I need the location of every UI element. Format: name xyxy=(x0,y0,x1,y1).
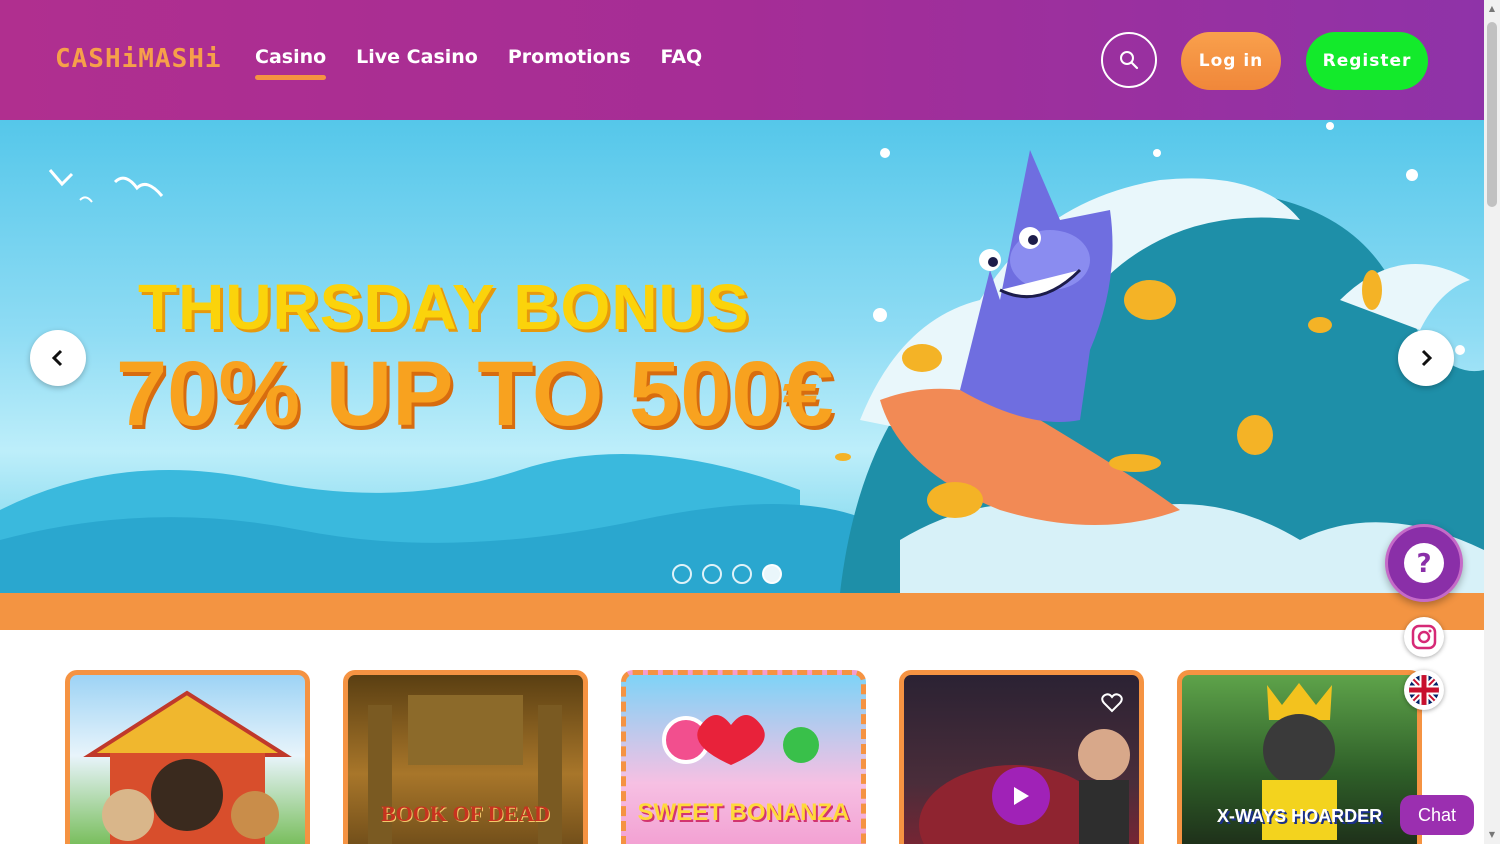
search-icon xyxy=(1120,51,1139,70)
play-icon xyxy=(1014,787,1029,805)
chevron-left-icon xyxy=(51,349,63,367)
question-icon: ? xyxy=(1404,543,1444,583)
svg-text:?: ? xyxy=(1416,549,1431,579)
promo-banner[interactable]: THURSDAY BONUS 70% UP TO 500€ xyxy=(0,120,1484,593)
scroll-down-arrow[interactable]: ▼ xyxy=(1487,830,1497,840)
game-title: X-WAYS HOARDER xyxy=(1216,806,1383,826)
instagram-button[interactable] xyxy=(1404,617,1444,657)
carousel-next-button[interactable] xyxy=(1398,330,1454,386)
search-button[interactable] xyxy=(1101,32,1157,88)
carousel-dot[interactable] xyxy=(702,564,722,584)
game-title: BOOK OF DEAD xyxy=(380,801,551,826)
game-title: SWEET BONANZA xyxy=(637,799,850,826)
play-button[interactable] xyxy=(992,767,1050,825)
login-button[interactable]: Log in xyxy=(1181,32,1281,90)
category-bar xyxy=(0,593,1484,630)
carousel-dot[interactable] xyxy=(732,564,752,584)
nav-item-live-casino[interactable]: Live Casino xyxy=(356,46,478,68)
carousel-dots xyxy=(672,564,782,584)
language-selector[interactable] xyxy=(1404,670,1444,710)
chat-button[interactable]: Chat xyxy=(1400,795,1474,835)
game-card-crazy-time[interactable] xyxy=(899,670,1144,844)
nav-item-promotions[interactable]: Promotions xyxy=(508,46,631,68)
banner-title: THURSDAY BONUS xyxy=(138,271,750,343)
scrollbar-thumb[interactable] xyxy=(1487,22,1497,207)
banner-subtitle: 70% UP TO 500€ xyxy=(116,343,834,445)
game-card-book-of-dead[interactable]: BOOK OF DEAD xyxy=(343,670,588,844)
game-card-sweet-bonanza[interactable]: SWEET BONANZA xyxy=(621,670,866,844)
help-button[interactable]: ? xyxy=(1385,524,1463,602)
site-header: CASHiMASHi Casino Live Casino Promotions… xyxy=(0,0,1484,120)
main-nav: Casino Live Casino Promotions FAQ xyxy=(255,46,703,80)
game-card-dog-house[interactable] xyxy=(65,670,310,844)
register-button[interactable]: Register xyxy=(1306,32,1428,90)
scroll-up-arrow[interactable]: ▲ xyxy=(1487,4,1497,14)
game-grid: BOOK OF DEAD SWEET BONANZA X-WAYS HOARDE… xyxy=(65,670,1422,844)
nav-item-casino[interactable]: Casino xyxy=(255,46,327,80)
carousel-dot-active[interactable] xyxy=(762,564,782,584)
dog-house-thumbnail xyxy=(83,690,292,844)
game-card-xways-hoarder[interactable]: X-WAYS HOARDER xyxy=(1177,670,1422,844)
instagram-icon xyxy=(1411,624,1437,650)
page-scrollbar[interactable]: ▲ ▼ xyxy=(1484,0,1500,844)
nav-item-faq[interactable]: FAQ xyxy=(661,46,703,68)
site-logo[interactable]: CASHiMASHi xyxy=(55,44,222,74)
carousel-dot[interactable] xyxy=(672,564,692,584)
uk-flag-icon xyxy=(1409,675,1439,705)
favorite-heart-icon[interactable] xyxy=(1101,693,1123,717)
chevron-right-icon xyxy=(1421,349,1433,367)
carousel-prev-button[interactable] xyxy=(30,330,86,386)
